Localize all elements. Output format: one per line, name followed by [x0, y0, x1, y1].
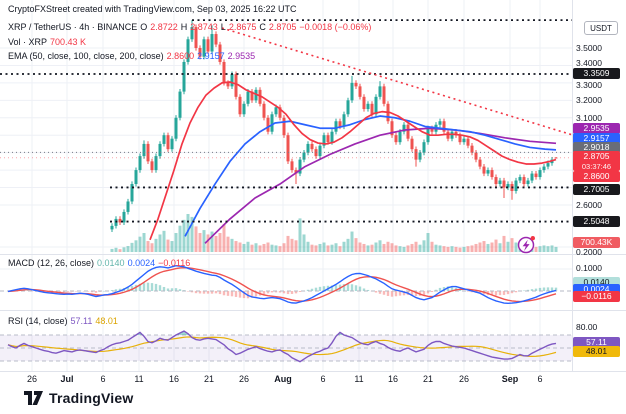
axis-tick-label: 3.5000	[576, 43, 622, 53]
currency-unit-button[interactable]: USDT	[584, 21, 618, 35]
time-tick-label: 26	[17, 374, 47, 384]
time-tick-label: 11	[124, 374, 154, 384]
legend-value: 2.8722	[150, 22, 178, 32]
macd-pane-legend: MACD (12, 26, close)0.01400.0024−0.0116	[8, 258, 193, 269]
price-badge: 2.5048	[573, 216, 620, 227]
axis-tick-label: 3.1000	[576, 113, 622, 123]
time-tick-label: Jul	[52, 374, 82, 384]
legend-value: 2.8675	[229, 22, 257, 32]
rsi-pane-legend: RSI (14, close)57.1148.01	[8, 316, 121, 327]
legend-value: 700.43 K	[50, 37, 86, 47]
time-tick-label: 11	[344, 374, 374, 384]
legend-value: RSI (14, close)	[8, 316, 68, 326]
legend-value: 48.01	[95, 316, 118, 326]
legend-value: MACD (12, 26, close)	[8, 258, 94, 268]
time-tick-label: 21	[413, 374, 443, 384]
price-badge: 2.7005	[573, 184, 620, 195]
time-tick-label: 6	[525, 374, 555, 384]
price-badge: 700.43K	[573, 237, 620, 248]
axis-tick-label: 0.2000	[576, 247, 622, 257]
price-badge: 2.870503:37:46	[573, 151, 620, 171]
time-tick-label: 16	[378, 374, 408, 384]
legend-value: 2.8705	[269, 22, 297, 32]
axis-tick-label: 80.00	[576, 322, 622, 332]
ema-legend: EMA (50, close, 100, close, 200, close)2…	[8, 51, 258, 62]
time-tick-label: 6	[308, 374, 338, 384]
price-badge: 2.9535	[573, 123, 620, 134]
legend-value: Vol · XRP	[8, 37, 47, 47]
legend-value: EMA (50, close, 100, close, 200, close)	[8, 51, 164, 61]
time-tick-label: 26	[229, 374, 259, 384]
axis-tick-label: 0.1000	[576, 263, 622, 273]
chart-surface[interactable]	[0, 0, 626, 414]
volume-legend: Vol · XRP700.43 K	[8, 37, 89, 48]
time-tick-label: Sep	[495, 374, 525, 384]
axis-tick-label: 3.2000	[576, 95, 622, 105]
axis-tick-label: 3.4000	[576, 58, 622, 68]
tradingview-logo-icon	[24, 391, 43, 406]
legend-value: 0.0140	[97, 258, 125, 268]
legend-value: C	[259, 22, 266, 32]
legend-value: −0.0018 (−0.06%)	[299, 22, 371, 32]
legend-value: H	[181, 22, 188, 32]
axis-tick-label: 2.6000	[576, 200, 622, 210]
legend-value: 0.0024	[128, 258, 156, 268]
legend-value: 2.9535	[228, 51, 256, 61]
price-badge: 3.3509	[573, 68, 620, 79]
watermark-attribution: CryptoFXStreet created with TradingView.…	[8, 4, 296, 15]
price-badge: 2.8600	[573, 171, 620, 182]
legend-value: 57.11	[71, 316, 93, 326]
legend-value: −0.0116	[158, 258, 190, 268]
legend-value: 2.8743	[190, 22, 218, 32]
axis-tick-label: 3.3000	[576, 80, 622, 90]
tradingview-chart-window: CryptoFXStreet created with TradingView.…	[0, 0, 626, 414]
legend-value: XRP / TetherUS · 4h · BINANCE	[8, 22, 137, 32]
legend-value: L	[221, 22, 226, 32]
time-tick-label: 26	[449, 374, 479, 384]
tradingview-logo[interactable]: TradingView	[24, 390, 133, 406]
legend-value: O	[140, 22, 147, 32]
tradingview-logo-text: TradingView	[49, 390, 133, 406]
time-tick-label: 21	[194, 374, 224, 384]
symbol-legend: XRP / TetherUS · 4h · BINANCEO2.8722H2.8…	[8, 22, 374, 33]
price-badge: 48.01	[573, 346, 620, 357]
price-badge: −0.0116	[573, 291, 620, 302]
time-tick-label: Aug	[268, 374, 298, 384]
time-tick-label: 6	[88, 374, 118, 384]
legend-value: 2.8600	[167, 51, 195, 61]
legend-value: 2.9157	[197, 51, 225, 61]
countdown-timer: 03:37:46	[573, 162, 620, 171]
time-tick-label: 16	[159, 374, 189, 384]
